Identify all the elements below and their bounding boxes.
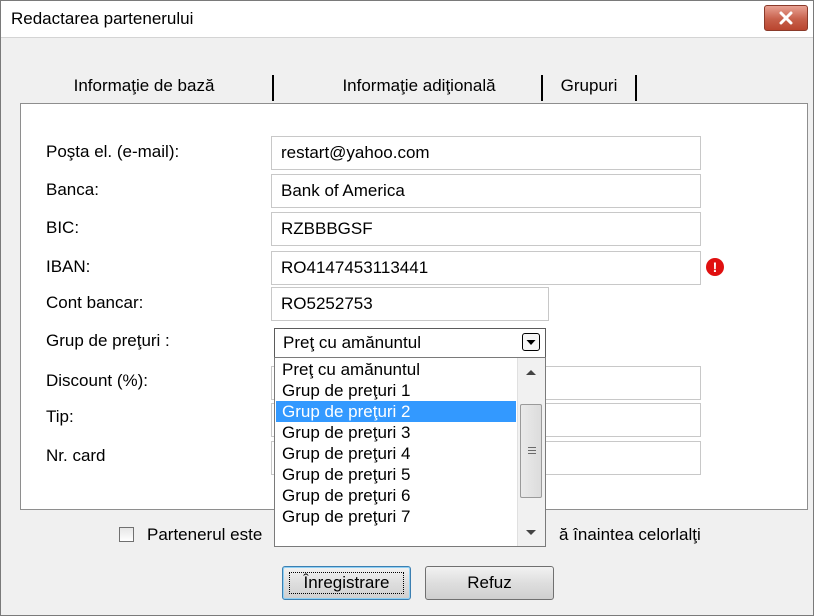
checkbox-label-right: ă înaintea celorlalţi — [559, 525, 701, 544]
scroll-down-arrow-icon[interactable] — [526, 530, 536, 535]
tab-divider — [541, 75, 543, 101]
dropdown-option[interactable]: Grup de preţuri 1 — [276, 380, 516, 401]
tab-divider — [272, 75, 274, 101]
dropdown-option[interactable]: Grup de preţuri 6 — [276, 485, 516, 506]
chevron-down-icon — [526, 340, 536, 345]
checkbox-label-left: Partenerul este — [147, 525, 263, 544]
cancel-button-label: Refuz — [467, 573, 512, 592]
bank-label: Banca: — [46, 180, 99, 199]
price-group-label: Grup de preţuri : — [46, 331, 170, 350]
scrollbar-thumb[interactable] — [520, 404, 542, 498]
bank-account-field[interactable]: RO5252753 — [271, 287, 549, 321]
email-field[interactable]: restart@yahoo.com — [271, 136, 701, 170]
bic-label: BIC: — [46, 218, 80, 237]
grip-line — [528, 453, 536, 454]
dropdown-option[interactable]: Grup de preţuri 4 — [276, 443, 516, 464]
iban-label: IBAN: — [46, 257, 91, 276]
dropdown-option-selected[interactable]: Grup de preţuri 2 — [276, 401, 516, 422]
focus-indicator — [289, 572, 404, 594]
close-button[interactable] — [764, 5, 808, 31]
dropdown-option[interactable]: Grup de preţuri 3 — [276, 422, 516, 443]
tab-groups[interactable]: Grupuri — [549, 71, 629, 101]
selected-value: Preţ cu amănuntul — [283, 333, 421, 352]
error-icon: ! — [706, 258, 724, 276]
price-group-dropdown-list[interactable]: Preţ cu amănuntul Grup de preţuri 1 Grup… — [274, 357, 546, 547]
card-label: Nr. card — [46, 446, 106, 465]
email-label: Poşta el. (e-mail): — [46, 142, 180, 161]
tab-divider — [635, 75, 637, 101]
close-icon — [779, 11, 793, 25]
bic-field[interactable]: RZBBBGSF — [271, 212, 701, 246]
tab-label: Grupuri — [560, 76, 618, 95]
dropdown-option[interactable]: Preţ cu amănuntul — [276, 359, 516, 380]
grip-line — [528, 447, 536, 448]
dropdown-option[interactable]: Grup de preţuri 5 — [276, 464, 516, 485]
account-label: Cont bancar: — [46, 293, 144, 312]
iban-field[interactable]: RO4147453113441 — [271, 251, 701, 285]
title-bar: Redactarea partenerului — [1, 1, 813, 38]
save-button[interactable]: Înregistrare — [282, 566, 411, 600]
tab-additional-info[interactable]: Informaţie adiţională — [304, 71, 534, 101]
partner-edit-dialog: Redactarea partenerului Informaţie de ba… — [0, 0, 814, 616]
dropdown-option[interactable]: Grup de preţuri 7 — [276, 506, 516, 527]
window-title: Redactarea partenerului — [11, 9, 194, 28]
cancel-button[interactable]: Refuz — [425, 566, 554, 600]
price-group-select[interactable]: Preţ cu amănuntul — [274, 328, 546, 358]
type-label: Tip: — [46, 407, 74, 426]
tab-label: Informaţie de bază — [73, 76, 215, 95]
tab-label: Informaţie adiţională — [342, 76, 496, 95]
tab-basic-info[interactable]: Informaţie de bază — [39, 71, 249, 101]
discount-label: Discount (%): — [46, 371, 149, 390]
scroll-up-arrow-icon[interactable] — [526, 370, 536, 375]
priority-checkbox[interactable] — [119, 527, 134, 542]
grip-line — [528, 450, 536, 451]
bank-field[interactable]: Bank of America — [271, 174, 701, 208]
dropdown-scrollbar[interactable] — [517, 358, 545, 546]
dropdown-button[interactable] — [522, 333, 540, 351]
